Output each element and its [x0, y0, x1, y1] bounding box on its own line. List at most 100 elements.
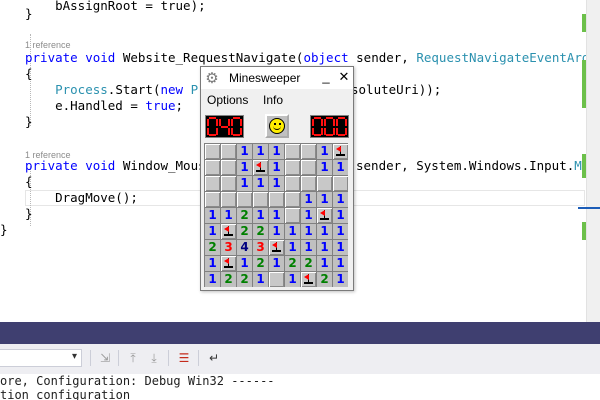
number-cell[interactable]: 1 [205, 256, 220, 271]
flagged-cell[interactable] [269, 240, 284, 255]
number-cell[interactable]: 1 [221, 208, 236, 223]
hidden-cell[interactable] [285, 144, 300, 159]
number-cell[interactable]: 1 [333, 224, 348, 239]
reset-button[interactable] [265, 114, 289, 138]
number-cell[interactable]: 2 [221, 272, 236, 287]
number-cell[interactable]: 1 [317, 160, 332, 175]
output-text-area[interactable]: ore, Configuration: Debug Win32 ------ t… [0, 374, 600, 400]
flagged-cell[interactable] [301, 272, 316, 287]
hidden-cell[interactable] [285, 176, 300, 191]
hidden-cell[interactable] [317, 176, 332, 191]
previous-message-icon[interactable]: ⤒ [125, 350, 141, 366]
hidden-cell[interactable] [221, 176, 236, 191]
hidden-cell[interactable] [333, 176, 348, 191]
number-cell[interactable]: 1 [269, 208, 284, 223]
number-cell[interactable]: 1 [317, 256, 332, 271]
hidden-cell[interactable] [285, 160, 300, 175]
number-cell[interactable]: 1 [317, 240, 332, 255]
number-cell[interactable]: 1 [205, 224, 220, 239]
number-cell[interactable]: 1 [317, 224, 332, 239]
number-cell[interactable]: 1 [269, 144, 284, 159]
number-cell[interactable]: 1 [317, 144, 332, 159]
hidden-cell[interactable] [301, 144, 316, 159]
next-message-icon[interactable]: ⤓ [146, 350, 162, 366]
number-cell[interactable]: 1 [285, 272, 300, 287]
number-cell[interactable]: 2 [317, 272, 332, 287]
number-cell[interactable]: 1 [333, 240, 348, 255]
clear-all-icon[interactable]: ☰ [176, 350, 192, 366]
word-wrap-icon[interactable]: ↵ [206, 350, 222, 366]
hidden-cell[interactable] [205, 144, 220, 159]
title-bar[interactable]: ⚙ Minesweeper _ ✕ [201, 67, 353, 89]
number-cell[interactable]: 2 [253, 224, 268, 239]
menu-options[interactable]: Options [207, 93, 248, 107]
hidden-cell[interactable] [285, 192, 300, 207]
hidden-cell[interactable] [269, 192, 284, 207]
number-cell[interactable]: 1 [285, 240, 300, 255]
flagged-cell[interactable] [317, 208, 332, 223]
number-cell[interactable]: 1 [253, 272, 268, 287]
number-cell[interactable]: 1 [317, 192, 332, 207]
codelens-reference[interactable]: 1 reference [25, 40, 71, 50]
number-cell[interactable]: 2 [237, 224, 252, 239]
number-cell[interactable]: 1 [269, 176, 284, 191]
number-cell[interactable]: 1 [269, 224, 284, 239]
number-cell[interactable]: 1 [333, 208, 348, 223]
goto-location-icon[interactable]: ⇲ [97, 350, 113, 366]
hidden-cell[interactable] [237, 192, 252, 207]
number-cell[interactable]: 3 [221, 240, 236, 255]
number-cell[interactable]: 4 [237, 240, 252, 255]
flagged-cell[interactable] [333, 144, 348, 159]
flagged-cell[interactable] [253, 160, 268, 175]
flagged-cell[interactable] [221, 256, 236, 271]
number-cell[interactable]: 1 [285, 224, 300, 239]
number-cell[interactable]: 1 [237, 256, 252, 271]
close-button[interactable]: ✕ [337, 68, 351, 86]
code-line: e.Handled = true; [25, 98, 183, 114]
number-cell[interactable]: 1 [205, 208, 220, 223]
hidden-cell[interactable] [301, 160, 316, 175]
number-cell[interactable]: 1 [269, 160, 284, 175]
number-cell[interactable]: 1 [253, 208, 268, 223]
number-cell[interactable]: 2 [237, 272, 252, 287]
number-cell[interactable]: 1 [253, 176, 268, 191]
hidden-cell[interactable] [205, 192, 220, 207]
hidden-cell[interactable] [301, 176, 316, 191]
number-cell[interactable]: 3 [253, 240, 268, 255]
number-cell[interactable]: 2 [237, 208, 252, 223]
minimize-button[interactable]: _ [319, 68, 333, 86]
hidden-cell[interactable] [285, 208, 300, 223]
number-cell[interactable]: 1 [237, 160, 252, 175]
number-cell[interactable]: 1 [269, 256, 284, 271]
hidden-cell[interactable] [221, 192, 236, 207]
number-cell[interactable]: 2 [301, 256, 316, 271]
hidden-cell[interactable] [205, 176, 220, 191]
editor-vertical-scrollbar[interactable] [586, 0, 600, 322]
output-line: tion configuration [0, 388, 131, 400]
number-cell[interactable]: 1 [333, 272, 348, 287]
menu-info[interactable]: Info [263, 93, 283, 107]
number-cell[interactable]: 1 [333, 160, 348, 175]
hidden-cell[interactable] [253, 192, 268, 207]
flag-icon [317, 208, 332, 223]
number-cell[interactable]: 1 [301, 192, 316, 207]
hidden-cell[interactable] [221, 144, 236, 159]
hidden-cell[interactable] [269, 272, 284, 287]
number-cell[interactable]: 2 [285, 256, 300, 271]
number-cell[interactable]: 1 [237, 144, 252, 159]
number-cell[interactable]: 2 [205, 240, 220, 255]
number-cell[interactable]: 1 [301, 240, 316, 255]
number-cell[interactable]: 1 [301, 224, 316, 239]
number-cell[interactable]: 1 [333, 256, 348, 271]
flagged-cell[interactable] [221, 224, 236, 239]
code-token: private void [25, 158, 123, 173]
hidden-cell[interactable] [221, 160, 236, 175]
number-cell[interactable]: 1 [205, 272, 220, 287]
number-cell[interactable]: 1 [253, 144, 268, 159]
number-cell[interactable]: 2 [253, 256, 268, 271]
hidden-cell[interactable] [205, 160, 220, 175]
number-cell[interactable]: 1 [333, 192, 348, 207]
output-source-dropdown[interactable]: ▾ [0, 349, 82, 367]
number-cell[interactable]: 1 [301, 208, 316, 223]
number-cell[interactable]: 1 [237, 176, 252, 191]
